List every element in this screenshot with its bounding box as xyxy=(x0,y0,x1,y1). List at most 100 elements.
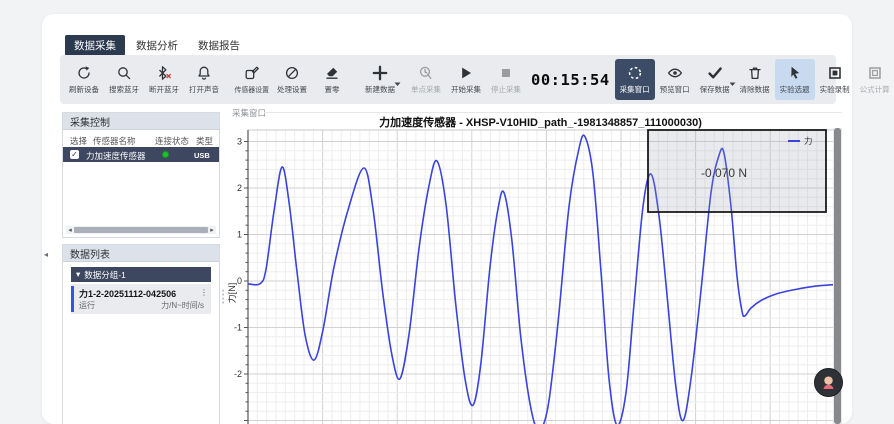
zero-eraser-icon xyxy=(324,65,340,82)
trash-icon xyxy=(747,65,763,82)
tab-analyze[interactable]: 数据分析 xyxy=(127,35,187,56)
tab-report[interactable]: 数据报告 xyxy=(189,35,249,56)
scroll-left-icon[interactable]: ◂ xyxy=(66,226,74,234)
stop-icon xyxy=(498,65,514,82)
sidebar-collapse-button[interactable]: ◂ xyxy=(44,250,48,259)
data-group-row[interactable]: ▾ 数据分组-1 xyxy=(71,267,211,282)
toolbar-button-search[interactable]: 搜索蓝牙 xyxy=(104,58,144,101)
connection-status-dot xyxy=(162,151,169,158)
toolbar-button-zero-eraser[interactable]: 置零 xyxy=(312,58,352,101)
toolbar-button-label: 清除数据 xyxy=(740,84,770,95)
col-sensor-name: 传感器名称 xyxy=(93,135,136,147)
toolbar-button-label: 传感器设置 xyxy=(235,84,270,94)
dashed-circle-icon xyxy=(627,65,643,82)
data-item-status: 运行 xyxy=(79,300,95,311)
sensor-settings-icon xyxy=(244,65,260,82)
toolbar-button-trash[interactable]: 清除数据 xyxy=(735,58,775,101)
y-tick-label: 1 xyxy=(237,230,242,240)
data-item-title: 力1-2-20251112-042506 xyxy=(79,287,176,300)
toolbar-button-label: 停止采集 xyxy=(491,84,521,95)
waveform-chart[interactable]: 3210-1-2力[N]-0.070 N力 xyxy=(228,128,845,424)
sensor-checkbox[interactable]: ✓ xyxy=(70,150,79,159)
toolbar-button-label: 开始采集 xyxy=(451,84,481,95)
data-list-item[interactable]: 力1-2-20251112-042506 ⋮ 运行 力/N~时间/s xyxy=(71,284,211,314)
pane-divider xyxy=(264,112,842,113)
toolbar-button-label: 刷新设备 xyxy=(69,84,99,95)
toolbar-button-dashed-circle[interactable]: 采集窗口 xyxy=(615,59,655,100)
readout-value: -0.070 N xyxy=(701,166,747,180)
y-tick-label: 3 xyxy=(237,137,242,147)
bell-icon xyxy=(196,65,212,82)
eye-icon xyxy=(667,65,683,82)
process-settings-icon xyxy=(284,65,300,82)
panel-splitter-handle[interactable]: •••• xyxy=(221,290,225,306)
col-conn-status: 连接状态 xyxy=(155,135,189,147)
legend-label: 力 xyxy=(804,136,813,146)
toolbar-button-label: 打开声音 xyxy=(189,84,219,95)
toolbar-button-stop: 停止采集 xyxy=(486,58,526,101)
collect-control-title: 采集控制 xyxy=(70,114,110,129)
chevron-down-icon[interactable]: ▾ xyxy=(76,269,80,280)
avatar-icon xyxy=(820,374,837,391)
data-list-panel: 数据列表 ▾ 数据分组-1 力1-2-20251112-042506 ⋮ 运行 … xyxy=(62,244,220,424)
scroll-right-icon[interactable]: ▸ xyxy=(208,226,216,234)
toolbar-button-label: 处理设置 xyxy=(277,84,307,95)
app-window: 数据采集数据分析数据报告 刷新设备搜索蓝牙断开蓝牙打开声音 传感器设置处理设置 置零… xyxy=(42,14,852,424)
check-icon xyxy=(707,65,723,82)
tab-bar: 数据采集数据分析数据报告 xyxy=(65,35,249,56)
toolbar-button-label: 公式计算 xyxy=(860,84,890,95)
item-accent-bar xyxy=(71,286,74,312)
y-tick-label: 2 xyxy=(237,183,242,193)
sensor-name: 力加速度传感器 xyxy=(86,150,146,162)
toolbar-button-label: 搜索蓝牙 xyxy=(109,84,139,95)
pointer-icon xyxy=(787,65,803,82)
toolbar-button-single-point: 单点采集 xyxy=(406,58,446,101)
chevron-down-icon[interactable] xyxy=(394,74,401,92)
toolbar-button-refresh[interactable]: 刷新设备 xyxy=(64,58,104,101)
toolbar-button-plus[interactable]: 新建数据 xyxy=(360,58,400,101)
toolbar-button-sensor-settings[interactable]: 传感器设置 xyxy=(232,58,272,101)
toolbar-button-label: 置零 xyxy=(325,84,340,95)
collection-timer: 00:15:54 xyxy=(526,71,615,89)
data-group-label: 数据分组-1 xyxy=(84,269,126,281)
y-tick-label: -1 xyxy=(234,323,242,333)
horizontal-scrollbar[interactable]: ◂ ▸ xyxy=(66,226,216,234)
toolbar-button-eye[interactable]: 预览窗口 xyxy=(655,58,695,101)
data-list-header: 数据列表 xyxy=(63,245,219,262)
bluetooth-disconnect-icon xyxy=(156,65,172,82)
toolbar-button-label: 实验录制 xyxy=(820,84,850,95)
y-axis-label: 力[N] xyxy=(228,283,237,304)
toolbar-button-bell[interactable]: 打开声音 xyxy=(184,58,224,101)
y-tick-label: 0 xyxy=(237,276,242,286)
toolbar-button-label: 保存数据 xyxy=(700,84,730,95)
play-icon xyxy=(458,65,474,82)
toolbar-button-check[interactable]: 保存数据 xyxy=(695,58,735,101)
refresh-icon xyxy=(76,65,92,82)
collect-control-panel: 采集控制 选择 传感器名称 连接状态 类型 ✓ 力加速度传感器 USB ◂ ▸ xyxy=(62,112,220,238)
toolbar-button-play[interactable]: 开始采集 xyxy=(446,58,486,101)
toolbar-button-label: 实验选题 xyxy=(780,84,810,95)
toolbar-button-record[interactable]: 实验录制 xyxy=(815,58,855,101)
tab-collect[interactable]: 数据采集 xyxy=(65,35,125,56)
toolbar-button-formula: 公式计算 xyxy=(855,58,894,101)
col-type: 类型 xyxy=(196,135,213,147)
collect-control-header: 采集控制 xyxy=(63,113,219,130)
sensor-row[interactable]: ✓ 力加速度传感器 USB xyxy=(63,147,219,162)
plus-icon xyxy=(372,65,388,82)
search-icon xyxy=(116,65,132,82)
kebab-menu-icon[interactable]: ⋮ xyxy=(200,288,208,297)
formula-icon xyxy=(867,65,883,82)
toolbar-button-bluetooth-disconnect[interactable]: 断开蓝牙 xyxy=(144,58,184,101)
toolbar-button-label: 单点采集 xyxy=(411,84,441,95)
assistant-avatar-button[interactable] xyxy=(814,368,843,397)
toolbar-button-pointer[interactable]: 实验选题 xyxy=(775,59,815,100)
data-item-axes: 力/N~时间/s xyxy=(161,300,204,311)
toolbar-button-label: 新建数据 xyxy=(365,84,395,95)
data-list-title: 数据列表 xyxy=(70,246,110,261)
sensor-table-header: 选择 传感器名称 连接状态 类型 xyxy=(63,130,219,148)
main-toolbar: 刷新设备搜索蓝牙断开蓝牙打开声音 传感器设置处理设置 置零 新建数据 单点采集开始采集停… xyxy=(60,55,836,104)
toolbar-button-process-settings[interactable]: 处理设置 xyxy=(272,58,312,101)
toolbar-button-label: 采集窗口 xyxy=(620,84,650,95)
scrollbar-thumb[interactable] xyxy=(74,227,208,233)
sensor-type: USB xyxy=(194,151,210,160)
